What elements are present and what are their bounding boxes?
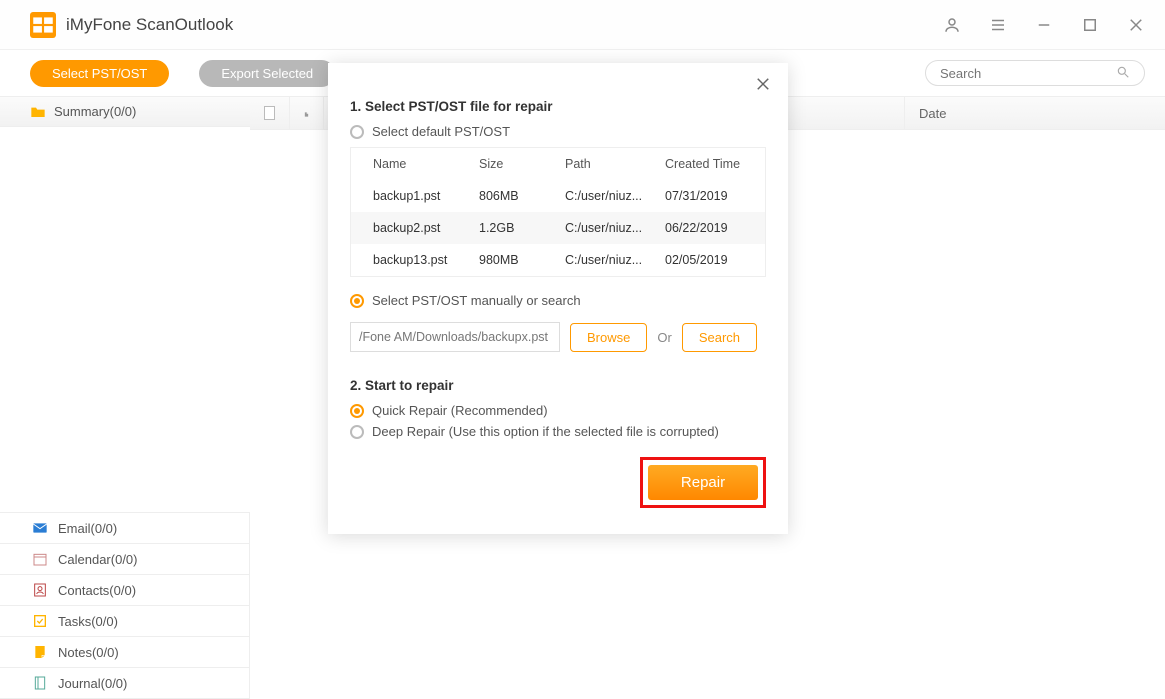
radio-icon bbox=[350, 404, 364, 418]
repair-modal: 1. Select PST/OST file for repair Select… bbox=[328, 63, 788, 534]
search-icon[interactable] bbox=[1116, 65, 1130, 81]
browse-button[interactable]: Browse bbox=[570, 323, 647, 352]
radio-icon bbox=[350, 125, 364, 139]
radio-default-label: Select default PST/OST bbox=[372, 124, 510, 139]
cat-label: Calendar(0/0) bbox=[58, 552, 138, 567]
cat-calendar[interactable]: Calendar(0/0) bbox=[0, 544, 249, 575]
radio-quick-repair[interactable]: Quick Repair (Recommended) bbox=[350, 403, 766, 418]
radio-deep-repair[interactable]: Deep Repair (Use this option if the sele… bbox=[350, 424, 766, 439]
header-attachment-icon bbox=[290, 97, 324, 129]
folder-icon bbox=[30, 105, 46, 119]
cat-notes[interactable]: Notes(0/0) bbox=[0, 637, 249, 668]
cat-journal[interactable]: Journal(0/0) bbox=[0, 668, 249, 698]
menu-icon[interactable] bbox=[989, 16, 1007, 34]
export-selected-button: Export Selected bbox=[199, 60, 335, 87]
cat-label: Tasks(0/0) bbox=[58, 614, 118, 629]
or-label: Or bbox=[657, 330, 671, 345]
category-list: Email(0/0) Calendar(0/0) Contacts(0/0) T… bbox=[0, 512, 250, 699]
close-icon[interactable] bbox=[1127, 16, 1145, 34]
path-input[interactable]: /Fone AM/Downloads/backupx.pst bbox=[350, 322, 560, 352]
sidebar: Summary(0/0) Email(0/0) Calendar(0/0) Co… bbox=[0, 96, 250, 699]
cat-tasks[interactable]: Tasks(0/0) bbox=[0, 606, 249, 637]
header-date[interactable]: Date bbox=[905, 97, 1165, 129]
radio-default-pst[interactable]: Select default PST/OST bbox=[350, 124, 766, 139]
file-row[interactable]: backup2.pst 1.2GB C:/user/niuz... 06/22/… bbox=[351, 212, 765, 244]
tree: Summary(0/0) bbox=[0, 96, 250, 512]
file-row[interactable]: backup1.pst 806MB C:/user/niuz... 07/31/… bbox=[351, 180, 765, 212]
select-pst-button[interactable]: Select PST/OST bbox=[30, 60, 169, 87]
radio-deep-label: Deep Repair (Use this option if the sele… bbox=[372, 424, 719, 439]
title-actions bbox=[943, 16, 1145, 34]
cat-label: Contacts(0/0) bbox=[58, 583, 136, 598]
user-icon[interactable] bbox=[943, 16, 961, 34]
radio-icon bbox=[350, 425, 364, 439]
maximize-icon[interactable] bbox=[1081, 16, 1099, 34]
app-title: iMyFone ScanOutlook bbox=[66, 15, 943, 35]
journal-icon bbox=[32, 675, 48, 691]
app-logo-icon bbox=[30, 12, 56, 38]
search-button[interactable]: Search bbox=[682, 323, 757, 352]
header-checkbox[interactable] bbox=[250, 97, 290, 129]
modal-close-icon[interactable] bbox=[754, 75, 772, 93]
search-box[interactable] bbox=[925, 60, 1145, 86]
radio-icon bbox=[350, 294, 364, 308]
search-input[interactable] bbox=[940, 66, 1116, 81]
th-path: Path bbox=[555, 148, 655, 180]
th-name: Name bbox=[351, 148, 469, 180]
file-row[interactable]: backup13.pst 980MB C:/user/niuz... 02/05… bbox=[351, 244, 765, 276]
th-size: Size bbox=[469, 148, 555, 180]
repair-button[interactable]: Repair bbox=[648, 465, 758, 500]
tree-summary[interactable]: Summary(0/0) bbox=[0, 96, 250, 127]
tree-summary-label: Summary(0/0) bbox=[54, 104, 136, 119]
cat-email[interactable]: Email(0/0) bbox=[0, 513, 249, 544]
notes-icon bbox=[32, 644, 48, 660]
cat-label: Journal(0/0) bbox=[58, 676, 127, 691]
email-icon bbox=[32, 520, 48, 536]
cat-label: Notes(0/0) bbox=[58, 645, 119, 660]
cat-contacts[interactable]: Contacts(0/0) bbox=[0, 575, 249, 606]
radio-manual-pst[interactable]: Select PST/OST manually or search bbox=[350, 293, 766, 308]
step2-title: 2. Start to repair bbox=[350, 378, 766, 393]
cat-label: Email(0/0) bbox=[58, 521, 117, 536]
radio-quick-label: Quick Repair (Recommended) bbox=[372, 403, 548, 418]
minimize-icon[interactable] bbox=[1035, 16, 1053, 34]
tasks-icon bbox=[32, 613, 48, 629]
contacts-icon bbox=[32, 582, 48, 598]
titlebar: iMyFone ScanOutlook bbox=[0, 0, 1165, 50]
file-table: Name Size Path Created Time backup1.pst … bbox=[350, 147, 766, 277]
path-row: /Fone AM/Downloads/backupx.pst Browse Or… bbox=[350, 322, 766, 352]
calendar-icon bbox=[32, 551, 48, 567]
step1-title: 1. Select PST/OST file for repair bbox=[350, 99, 766, 114]
file-table-header: Name Size Path Created Time bbox=[351, 148, 765, 180]
th-created: Created Time bbox=[655, 148, 765, 180]
radio-manual-label: Select PST/OST manually or search bbox=[372, 293, 581, 308]
repair-highlight: Repair bbox=[640, 457, 766, 508]
